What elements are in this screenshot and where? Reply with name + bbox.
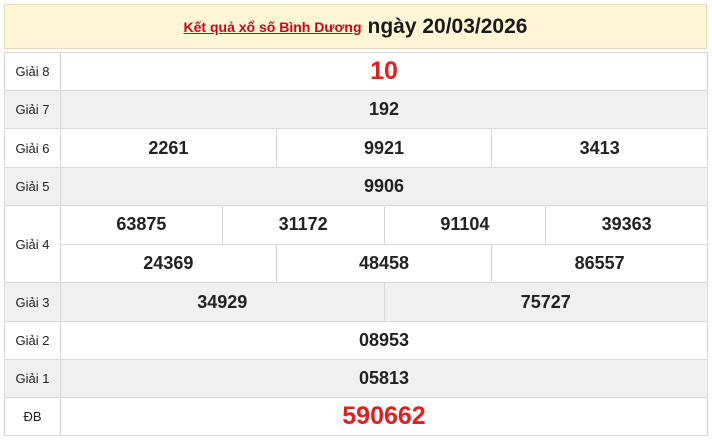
prize-label: Giải 7 [4, 90, 61, 129]
prize-label: Giải 8 [4, 52, 61, 91]
prize-row-g5: Giải 5 9906 [4, 167, 708, 206]
prize-number: 91104 [383, 206, 546, 244]
prize-number: 192 [60, 90, 708, 129]
prize-number: 39363 [545, 206, 707, 244]
prize-label: Giải 6 [4, 128, 61, 168]
prize-number: 48458 [275, 244, 492, 282]
results-table: Giải 8 10 Giải 7 192 Giải 6 2261 9921 34… [4, 52, 708, 436]
prize-label: Giải 2 [4, 321, 61, 360]
special-prize-number: 590662 [60, 397, 708, 436]
results-header: Kết quả xổ số Bình Dương ngày 20/03/2026 [4, 4, 707, 49]
prize-number: 86557 [491, 244, 707, 282]
prize-label: Giải 3 [4, 282, 61, 322]
prize-row-g3: Giải 3 34929 75727 [4, 282, 708, 322]
prize-row-g4: Giải 4 63875 31172 91104 39363 24369 484… [4, 205, 708, 283]
prize-row-g8: Giải 8 10 [4, 52, 708, 91]
prize-number: 9921 [275, 129, 492, 167]
prize-number: 34929 [197, 291, 248, 312]
prize-number: 31172 [221, 206, 384, 244]
prize-number: 05813 [60, 359, 708, 398]
prize-number: 2261 [148, 137, 189, 158]
prize-row-g1: Giải 1 05813 [4, 359, 708, 398]
draw-date: ngày 20/03/2026 [367, 14, 528, 38]
prize-number: 08953 [60, 321, 708, 360]
prize-number: 3413 [491, 129, 707, 167]
prize-number: 24369 [143, 252, 194, 273]
prize-number: 9906 [60, 167, 708, 206]
province-results-link[interactable]: Kết quả xổ số Bình Dương [184, 19, 362, 35]
prize-label: ĐB [4, 397, 61, 436]
prize-number: 63875 [116, 214, 167, 235]
prize-numbers: 63875 31172 91104 39363 24369 48458 8655… [60, 205, 708, 283]
prize-number: 10 [60, 52, 708, 91]
prize-label: Giải 5 [4, 167, 61, 206]
prize-numbers: 34929 75727 [60, 282, 708, 322]
prize-row-g6: Giải 6 2261 9921 3413 [4, 128, 708, 168]
prize-label: Giải 1 [4, 359, 61, 398]
prize-number: 75727 [383, 283, 708, 321]
prize-row-special: ĐB 590662 [4, 397, 708, 436]
prize-row-g7: Giải 7 192 [4, 90, 708, 129]
prize-label: Giải 4 [4, 205, 61, 283]
prize-numbers: 2261 9921 3413 [60, 128, 708, 168]
prize-row-g2: Giải 2 08953 [4, 321, 708, 360]
